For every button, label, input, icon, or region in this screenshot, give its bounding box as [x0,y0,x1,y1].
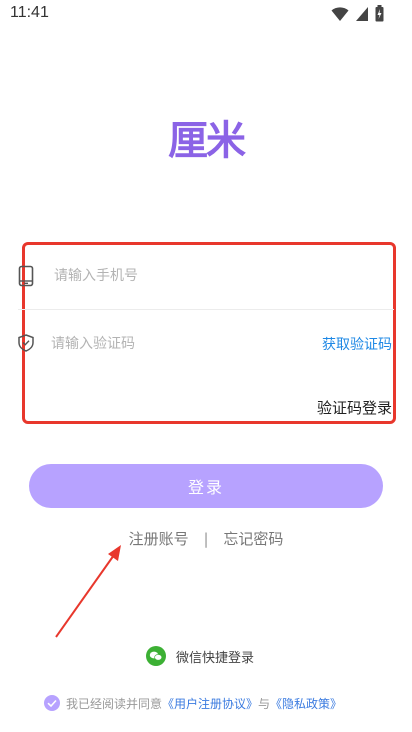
status-bar: 11:41 [0,0,412,28]
code-input[interactable] [51,332,281,356]
battery-icon [375,5,384,22]
agreement-checkbox[interactable] [44,695,60,711]
get-code-button[interactable]: 获取验证码 [322,334,392,354]
agreement-and: 与 [258,696,271,711]
wifi-icon [331,6,349,21]
status-time: 11:41 [10,4,49,21]
phone-input[interactable] [54,264,354,288]
shield-icon [18,334,34,352]
links-separator: | [203,530,209,548]
wechat-login-button[interactable]: 微信快捷登录 [146,645,254,667]
check-icon [47,699,57,708]
status-icons [331,5,384,22]
wechat-login-label: 微信快捷登录 [176,650,255,666]
logo-text: 厘米 [168,118,246,164]
forgot-password-link[interactable]: 忘记密码 [223,528,283,549]
phone-icon [18,265,34,287]
agreement-row: 我已经阅读并同意 《用户注册协议》 与 《隐私政策》 [44,692,342,714]
code-field-row: 获取验证码 [18,326,394,366]
account-links: 注册账号 | 忘记密码 [0,528,412,549]
login-button[interactable]: 登录 [29,464,383,508]
phone-field-row [18,258,394,310]
register-link[interactable]: 注册账号 [129,528,189,549]
user-agreement-link[interactable]: 《用户注册协议》 [162,695,258,712]
code-login-link[interactable]: 验证码登录 [317,397,392,418]
wechat-icon [146,646,166,666]
privacy-policy-link[interactable]: 《隐私政策》 [270,695,342,712]
signal-icon [356,6,368,21]
agreement-prefix: 我已经阅读并同意 [66,696,163,711]
app-logo: 厘米 [0,108,412,166]
